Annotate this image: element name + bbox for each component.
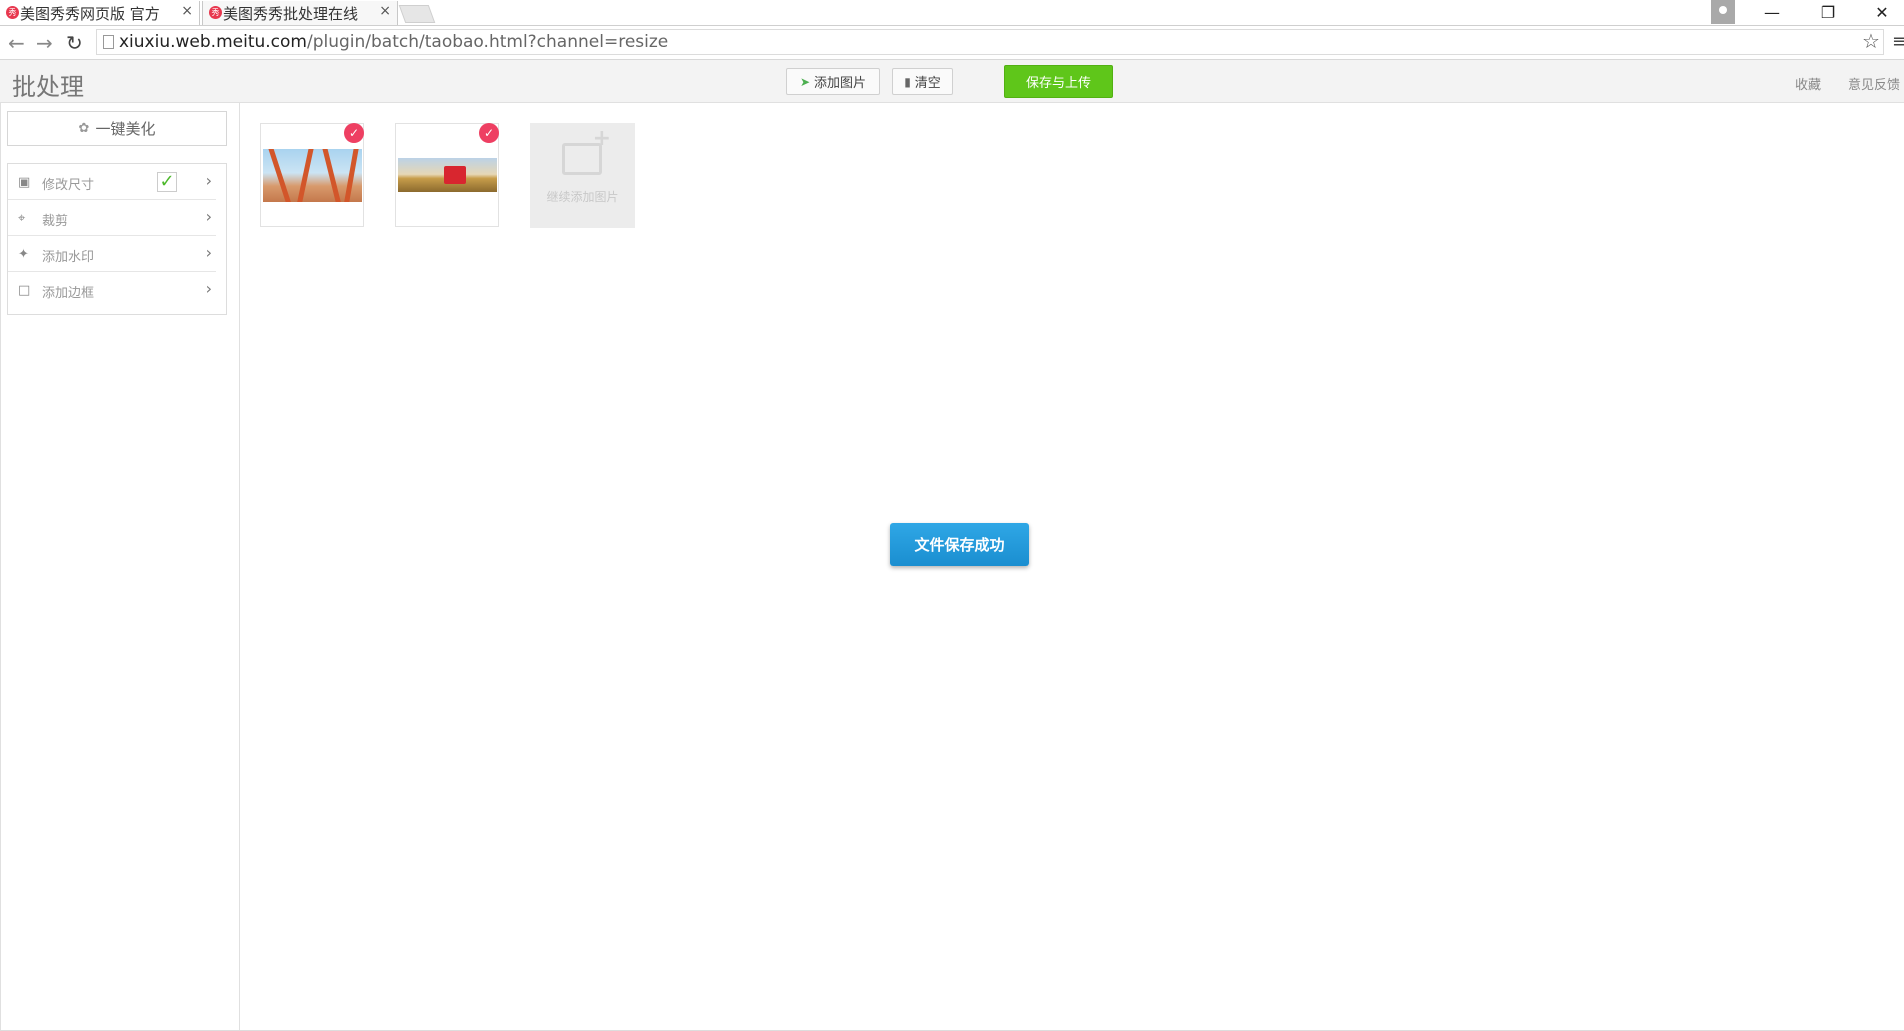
back-arrow-icon[interactable]: ← bbox=[8, 31, 25, 55]
favorite-link[interactable]: 收藏 bbox=[1795, 74, 1821, 93]
close-tab-icon[interactable]: × bbox=[379, 3, 391, 19]
chevron-right-icon: › bbox=[205, 243, 212, 262]
reload-icon[interactable]: ↻ bbox=[66, 31, 83, 55]
sidebar-item-label: 添加边框 bbox=[42, 286, 95, 301]
address-bar-row: ← → ↻ xiuxiu.web.meitu.com/plugin/batch/… bbox=[0, 26, 1904, 60]
restore-icon[interactable]: ❐ bbox=[1806, 0, 1850, 25]
selected-check-icon[interactable]: ✓ bbox=[479, 123, 499, 143]
url-input[interactable]: xiuxiu.web.meitu.com/plugin/batch/taobao… bbox=[96, 29, 1884, 55]
crop-icon: ⌖ bbox=[18, 211, 26, 226]
save-success-toast: 文件保存成功 bbox=[890, 523, 1029, 566]
add-more-label: 继续添加图片 bbox=[546, 190, 619, 204]
image-thumbnail-cranes[interactable]: ✓ bbox=[260, 123, 364, 227]
new-tab-button[interactable] bbox=[398, 5, 436, 23]
forward-arrow-icon[interactable]: → bbox=[36, 31, 53, 55]
add-image-button[interactable]: ➤ 添加图片 bbox=[786, 68, 880, 95]
minimize-icon[interactable]: — bbox=[1750, 0, 1794, 25]
chevron-right-icon: › bbox=[205, 279, 212, 298]
selected-check-icon[interactable]: ✓ bbox=[344, 123, 364, 143]
page-title: 批处理 bbox=[12, 73, 84, 101]
cranes-image bbox=[263, 149, 362, 202]
sidebar-item-resize[interactable]: ▣ 修改尺寸 ✓ › bbox=[8, 164, 216, 200]
beautify-label: 一键美化 bbox=[95, 120, 156, 138]
add-image-icon bbox=[562, 126, 611, 175]
sidebar-item-label: 修改尺寸 bbox=[42, 178, 95, 193]
hamburger-menu-icon[interactable]: ≡ bbox=[1892, 31, 1904, 52]
sidebar-item-crop[interactable]: ⌖ 裁剪 › bbox=[8, 200, 216, 236]
feedback-link[interactable]: 意见反馈 bbox=[1848, 74, 1900, 93]
sidebar-item-label: 裁剪 bbox=[42, 214, 69, 229]
image-thumbnail-truck[interactable]: ✓ bbox=[395, 123, 499, 227]
url-path: /plugin/batch/taobao.html?channel=resize bbox=[306, 32, 669, 52]
beautify-icon: ✿ bbox=[78, 121, 90, 136]
app-header: 批处理 ➤ 添加图片 ▮ 清空 保存与上传 收藏 意见反馈 bbox=[0, 60, 1904, 103]
trash-icon: ▮ bbox=[904, 74, 911, 89]
checkmark-icon[interactable]: ✓ bbox=[157, 172, 177, 192]
close-window-icon[interactable]: ✕ bbox=[1860, 0, 1904, 25]
tab-title: 美图秀秀批处理在线 bbox=[223, 4, 359, 23]
browser-tab-1[interactable]: 秀 美图秀秀网页版 官方 × bbox=[0, 1, 200, 25]
profile-icon[interactable] bbox=[1711, 0, 1735, 24]
clear-label: 清空 bbox=[914, 76, 941, 91]
add-more-images-button[interactable]: 继续添加图片 bbox=[530, 123, 635, 228]
sidebar-item-label: 添加水印 bbox=[42, 250, 95, 265]
border-icon: □ bbox=[18, 283, 31, 298]
chevron-right-icon: › bbox=[205, 171, 212, 190]
add-image-label: 添加图片 bbox=[814, 76, 867, 91]
page-icon bbox=[103, 35, 114, 49]
chevron-right-icon: › bbox=[205, 207, 212, 226]
star-icon[interactable]: ☆ bbox=[1862, 29, 1880, 53]
close-tab-icon[interactable]: × bbox=[181, 3, 193, 19]
watermark-icon: ✦ bbox=[18, 247, 29, 262]
browser-tab-2[interactable]: 秀 美图秀秀批处理在线 × bbox=[202, 1, 398, 25]
url-host: xiuxiu.web.meitu.com bbox=[119, 32, 307, 52]
one-click-beautify-button[interactable]: ✿ 一键美化 bbox=[7, 111, 227, 146]
meitu-favicon-icon: 秀 bbox=[209, 6, 222, 19]
meitu-favicon-icon: 秀 bbox=[6, 6, 19, 19]
tool-menu: ▣ 修改尺寸 ✓ › ⌖ 裁剪 › ✦ 添加水印 › □ 添加边框 › bbox=[7, 163, 227, 315]
sidebar-item-watermark[interactable]: ✦ 添加水印 › bbox=[8, 236, 216, 272]
truck-image bbox=[398, 158, 497, 192]
add-image-icon: ➤ bbox=[799, 74, 811, 89]
browser-tab-bar: 秀 美图秀秀网页版 官方 × 秀 美图秀秀批处理在线 × — ❐ ✕ bbox=[0, 0, 1904, 26]
tab-title: 美图秀秀网页版 官方 bbox=[20, 4, 160, 23]
clear-button[interactable]: ▮ 清空 bbox=[892, 68, 953, 95]
sidebar: ✿ 一键美化 ▣ 修改尺寸 ✓ › ⌖ 裁剪 › ✦ 添加水印 › □ 添加边框… bbox=[0, 103, 240, 1031]
sidebar-item-border[interactable]: □ 添加边框 › bbox=[8, 272, 216, 308]
resize-icon: ▣ bbox=[18, 175, 31, 190]
save-upload-button[interactable]: 保存与上传 bbox=[1004, 65, 1113, 98]
